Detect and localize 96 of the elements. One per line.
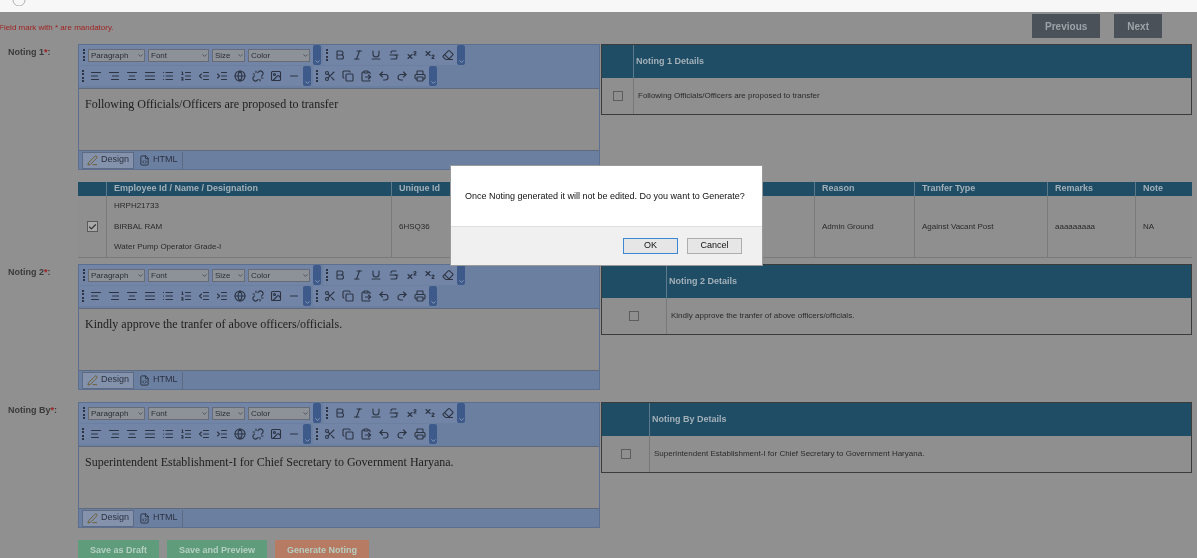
chevron-down-icon: [237, 51, 244, 59]
dropdown[interactable]: Size: [212, 406, 245, 420]
overflow-icon[interactable]: [313, 265, 321, 285]
dropdown[interactable]: Font: [148, 406, 209, 420]
nav-button[interactable]: Previous: [1032, 14, 1101, 38]
editor-text-area[interactable]: Superintendent Establishment-I for Chief Secretary to Government Haryana.: [79, 446, 599, 509]
column-header: Noting 1 Details: [635, 54, 705, 68]
chevron-down-icon: [302, 51, 309, 59]
print-icon[interactable]: [411, 425, 429, 443]
column-header: Remarks: [1048, 182, 1136, 196]
table-cell: Admin Ground: [822, 220, 874, 233]
overflow-icon[interactable]: [429, 286, 437, 306]
dropdown[interactable]: Size: [212, 48, 245, 62]
print-icon[interactable]: [411, 287, 429, 305]
mode-tab[interactable]: Design: [82, 151, 134, 169]
dropdown[interactable]: Paragraph: [88, 268, 145, 282]
chevron-down-icon: [302, 271, 309, 279]
table-cell: aaaaaaaaa: [1055, 220, 1096, 233]
pen-icon: [87, 374, 98, 386]
mode-tab[interactable]: Design: [82, 371, 134, 389]
field-label: Noting 2*:: [8, 267, 51, 277]
chevron-down-icon: [237, 409, 244, 417]
globe-icon[interactable]: [231, 425, 249, 443]
print-icon[interactable]: [411, 67, 429, 85]
chevron-down-icon: [201, 409, 208, 417]
dropdown[interactable]: Paragraph: [88, 406, 145, 420]
checkbox[interactable]: [620, 449, 631, 459]
chevron-down-icon: [137, 271, 144, 279]
overflow-icon[interactable]: [303, 286, 311, 306]
column-header: Employee Id / Name / Designation: [107, 182, 392, 196]
table-cell-text: Following Officials/Officers are proposed to transfer: [637, 90, 821, 102]
chevron-down-icon: [237, 271, 244, 279]
overflow-icon[interactable]: [303, 424, 311, 444]
copy-icon[interactable]: [339, 425, 357, 443]
code-file-icon: [139, 374, 150, 386]
table-cell-text: Water Pump Operator Grade-I: [114, 241, 223, 253]
field-label: Noting By*:: [8, 405, 57, 415]
globe-icon[interactable]: [231, 287, 249, 305]
chevron-down-icon: [201, 271, 208, 279]
overflow-icon[interactable]: [313, 45, 321, 65]
overflow-icon[interactable]: [313, 403, 321, 423]
editor-text: Following Officials/Officers are proposed to transfer: [85, 96, 340, 113]
code-file-icon: [139, 154, 150, 166]
table-cell-text: BIRBAL RAM: [114, 220, 164, 233]
chevron-down-icon: [137, 409, 144, 417]
overflow-icon[interactable]: [303, 66, 311, 86]
mode-tab[interactable]: Design: [82, 509, 134, 527]
copy-icon[interactable]: [339, 67, 357, 85]
dropdown[interactable]: Color: [248, 406, 310, 420]
table-cell-text: Kindly approve the tranfer of above officers/officials.: [670, 310, 856, 322]
editor-text: Superintendent Establishment-I for Chief Secretary to Government Haryana.: [85, 454, 455, 471]
overflow-icon[interactable]: [429, 424, 437, 444]
dialog-message: Once Noting generated it will not be edited. Do you want to Generate?: [465, 190, 746, 203]
checkbox[interactable]: [629, 311, 639, 321]
overflow-icon[interactable]: [457, 45, 465, 65]
column-header: Noting By Details: [651, 412, 728, 426]
table-cell: Against Vacant Post: [922, 220, 994, 233]
overflow-icon[interactable]: [457, 265, 465, 285]
dropdown[interactable]: Color: [248, 48, 310, 62]
pen-icon: [87, 512, 98, 524]
dropdown[interactable]: Size: [212, 268, 245, 282]
overflow-icon[interactable]: [457, 403, 465, 423]
unlink-icon[interactable]: [249, 287, 267, 305]
code-file-icon: [139, 512, 150, 524]
column-header: Reason: [815, 182, 915, 196]
copy-icon[interactable]: [339, 287, 357, 305]
editor-text: Kindly approve the tranfer of above officers/officials.: [85, 316, 344, 333]
dropdown[interactable]: Color: [248, 268, 310, 282]
column-header: Noting 2 Details: [668, 274, 738, 288]
dropdown[interactable]: Font: [148, 268, 209, 282]
column-header: Unique Id: [399, 182, 440, 196]
field-label: Noting 1*:: [8, 47, 51, 57]
chevron-down-icon: [137, 51, 144, 59]
chevron-down-icon: [201, 51, 208, 59]
nav-button[interactable]: Next: [1114, 14, 1162, 38]
editor-text-area[interactable]: Following Officials/Officers are proposed to transfer: [79, 88, 599, 151]
table-cell-text: Superintendent Establishment-I for Chief Secretary to Government Haryana.: [653, 448, 926, 460]
mandatory-notice: Field mark with * are mandatory.: [0, 22, 114, 34]
table-cell: NA: [1143, 220, 1155, 233]
column-header: Note: [1142, 182, 1164, 196]
chevron-down-icon: [302, 409, 309, 417]
dropdown[interactable]: Font: [148, 48, 209, 62]
column-header: Tranfer Type: [915, 182, 1048, 196]
overflow-icon[interactable]: [429, 66, 437, 86]
table-cell: 6HSQ36: [399, 220, 430, 233]
globe-icon[interactable]: [231, 67, 249, 85]
pen-icon: [87, 154, 98, 166]
dialog-button[interactable]: OK: [623, 238, 678, 254]
dropdown[interactable]: Paragraph: [88, 48, 145, 62]
table-cell-text: HRPH21733: [114, 200, 160, 212]
checkbox[interactable]: [86, 221, 98, 232]
checkbox[interactable]: [612, 91, 623, 101]
editor-text-area[interactable]: Kindly approve the tranfer of above officers/officials.: [79, 308, 599, 371]
dialog-button[interactable]: Cancel: [687, 238, 742, 254]
unlink-icon[interactable]: [249, 67, 267, 85]
unlink-icon[interactable]: [249, 425, 267, 443]
